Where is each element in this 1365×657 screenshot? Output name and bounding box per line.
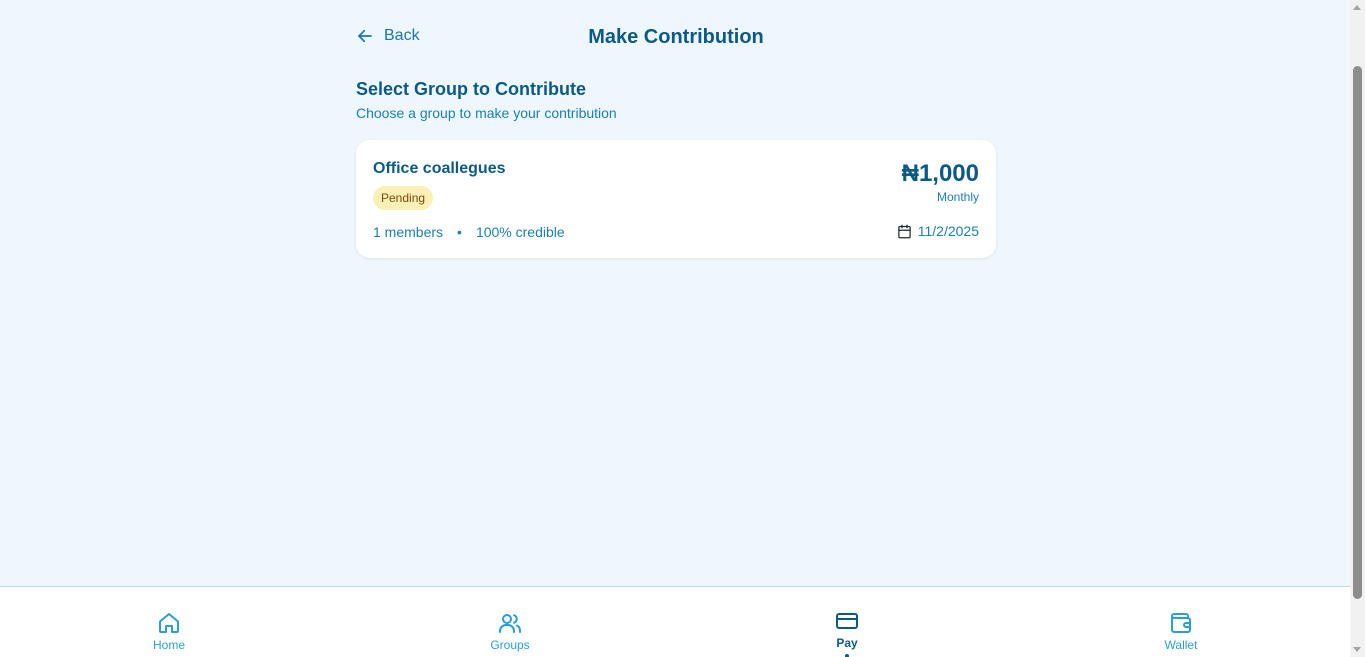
scroll-up-arrow-icon[interactable] bbox=[1353, 5, 1361, 10]
group-card[interactable]: Office coallegues Pending ₦1,000 Monthly… bbox=[356, 140, 996, 258]
contribution-amount: ₦1,000 bbox=[901, 160, 979, 187]
page-title: Make Contribution bbox=[588, 26, 764, 48]
scrollbar[interactable] bbox=[1350, 0, 1365, 657]
credit-card-icon bbox=[836, 613, 858, 629]
nav-item-wallet[interactable]: Wallet bbox=[1136, 611, 1226, 652]
home-icon bbox=[159, 613, 179, 633]
group-name: Office coallegues bbox=[373, 160, 506, 177]
nav-label-wallet: Wallet bbox=[1164, 638, 1198, 652]
date-row: 11/2/2025 bbox=[897, 223, 979, 239]
nav-item-pay[interactable]: Pay bbox=[802, 609, 892, 657]
nav-label-groups: Groups bbox=[490, 638, 530, 652]
nav-label-home: Home bbox=[152, 638, 185, 652]
users-icon bbox=[499, 614, 521, 633]
status-badge: Pending bbox=[373, 186, 434, 210]
nav-item-groups[interactable]: Groups bbox=[465, 611, 555, 652]
nav-label-pay: Pay bbox=[836, 636, 858, 650]
credibility: 100% credible bbox=[475, 224, 565, 240]
calendar-icon bbox=[898, 224, 911, 238]
nav-item-home[interactable]: Home bbox=[124, 611, 214, 652]
member-count: 1 members bbox=[373, 224, 444, 240]
group-meta: 1 members • 100% credible bbox=[373, 224, 565, 240]
page: Back Make Contribution Select Group to C… bbox=[0, 0, 1365, 657]
section-subtitle: Choose a group to make your contribution bbox=[356, 105, 617, 121]
contribution-date: 11/2/2025 bbox=[917, 223, 979, 239]
bottom-nav: Home Groups Pay Wallet bbox=[0, 586, 1350, 657]
section-title: Select Group to Contribute bbox=[356, 79, 587, 99]
meta-separator: • bbox=[457, 224, 462, 240]
wallet-icon bbox=[1171, 613, 1191, 633]
scroll-down-arrow-icon[interactable] bbox=[1353, 647, 1361, 652]
scroll-thumb[interactable] bbox=[1353, 66, 1362, 599]
header: Back Make Contribution bbox=[356, 24, 996, 54]
contribution-frequency: Monthly bbox=[936, 190, 979, 204]
